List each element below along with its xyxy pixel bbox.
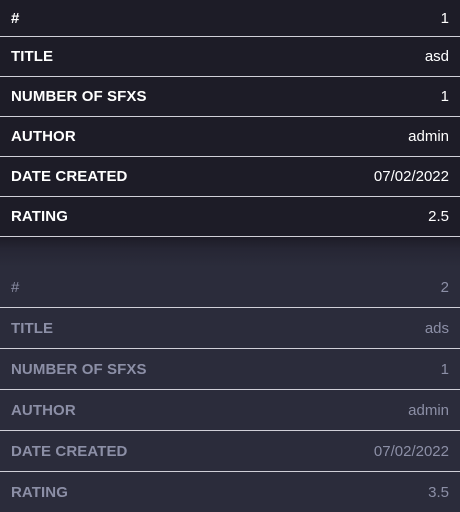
row-label: TITLE <box>11 48 54 65</box>
row-value: 07/02/2022 <box>373 168 449 185</box>
row-label: NUMBER OF SFXS <box>11 360 147 378</box>
record-separator <box>0 237 460 267</box>
row-label: # <box>11 278 20 296</box>
record-card-2[interactable]: # 2 TITLE ads NUMBER OF SFXS 1 AUTHOR ad… <box>0 267 460 512</box>
record-row-id: # 2 <box>0 267 460 308</box>
row-value: 3.5 <box>428 484 449 501</box>
record-row-rating: RATING 2.5 <box>0 197 460 237</box>
record-row-title: TITLE asd <box>0 37 460 77</box>
record-row-title: TITLE ads <box>0 308 460 349</box>
row-label: RATING <box>11 208 68 225</box>
row-value: 07/02/2022 <box>373 442 449 460</box>
row-label: TITLE <box>11 319 54 337</box>
row-value: admin <box>408 128 449 145</box>
row-label: AUTHOR <box>11 128 76 145</box>
row-value: 1 <box>440 88 449 105</box>
record-row-rating: RATING 3.5 <box>0 472 460 512</box>
row-value: 2 <box>440 278 449 296</box>
row-label: DATE CREATED <box>11 442 128 460</box>
record-row-sfx-count: NUMBER OF SFXS 1 <box>0 349 460 390</box>
record-row-id: # 1 <box>0 0 460 37</box>
record-row-author: AUTHOR admin <box>0 117 460 157</box>
record-row-author: AUTHOR admin <box>0 390 460 431</box>
row-value: ads <box>424 319 449 337</box>
record-card-1[interactable]: # 1 TITLE asd NUMBER OF SFXS 1 AUTHOR ad… <box>0 0 460 237</box>
row-label: AUTHOR <box>11 401 76 419</box>
record-row-sfx-count: NUMBER OF SFXS 1 <box>0 77 460 117</box>
row-value: asd <box>424 48 449 65</box>
row-label: RATING <box>11 484 68 501</box>
row-value: admin <box>408 401 449 419</box>
record-row-date-created: DATE CREATED 07/02/2022 <box>0 431 460 472</box>
row-value: 1 <box>440 9 449 27</box>
row-label: NUMBER OF SFXS <box>11 88 147 105</box>
row-label: # <box>11 9 20 27</box>
sfx-list: # 1 TITLE asd NUMBER OF SFXS 1 AUTHOR ad… <box>0 0 460 512</box>
record-row-date-created: DATE CREATED 07/02/2022 <box>0 157 460 197</box>
row-value: 1 <box>440 360 449 378</box>
row-label: DATE CREATED <box>11 168 128 185</box>
row-value: 2.5 <box>428 208 449 225</box>
